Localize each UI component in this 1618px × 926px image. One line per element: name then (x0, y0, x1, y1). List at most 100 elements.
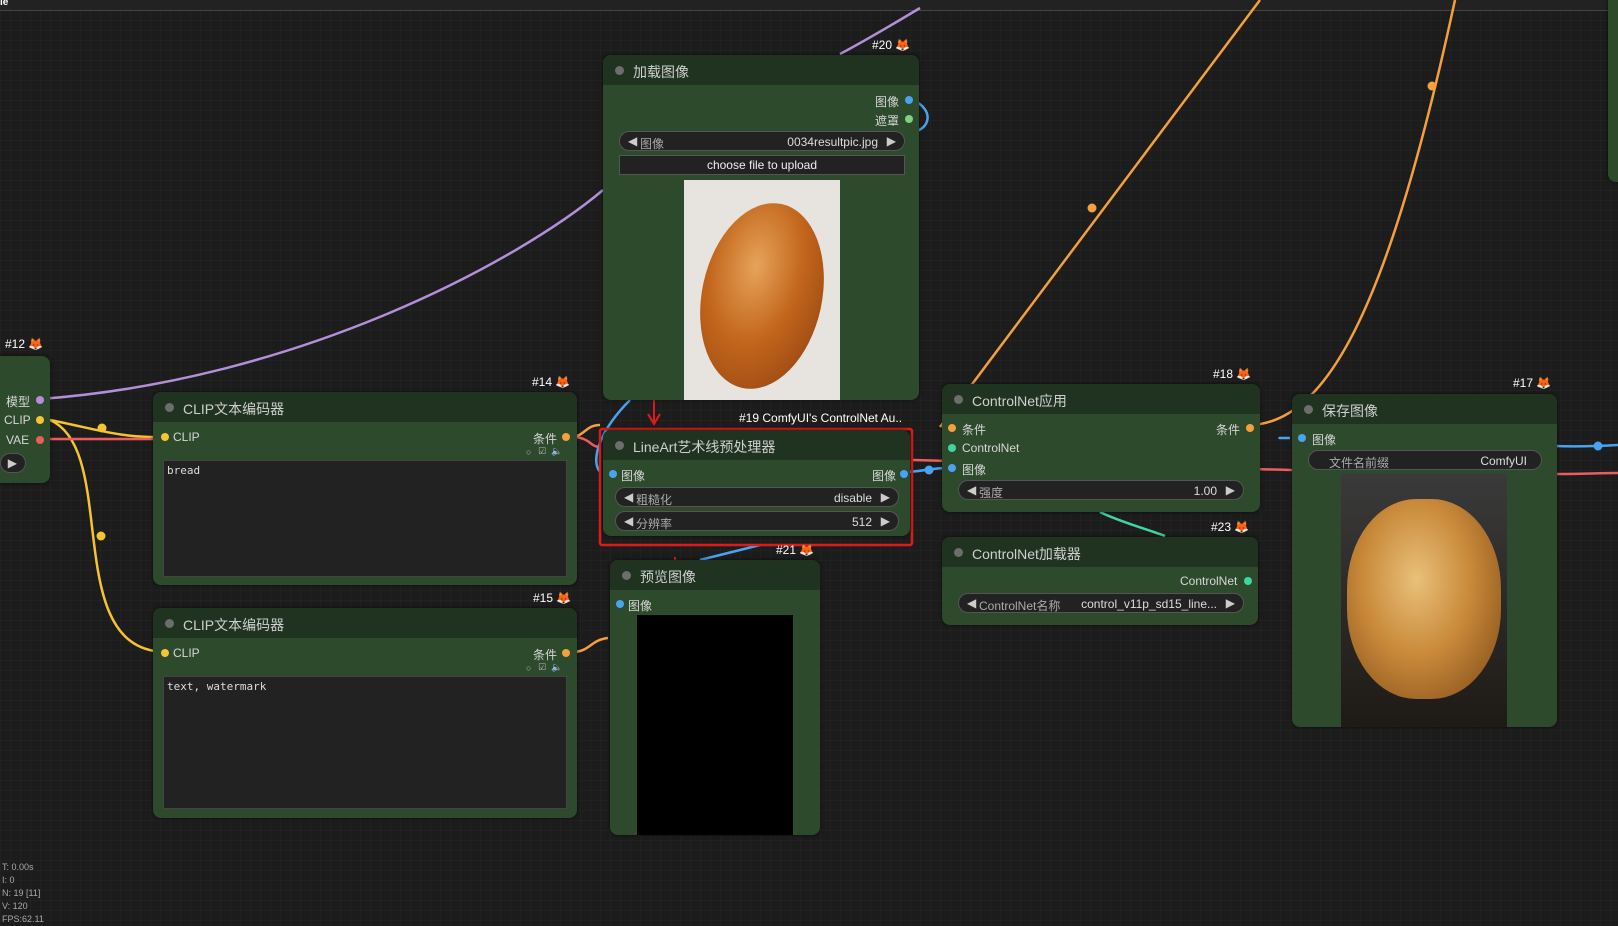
node-18-badge: #18 🦊 (1213, 367, 1251, 381)
node-15-badge: #15 🦊 (533, 591, 571, 605)
input-image-pin[interactable] (1298, 434, 1306, 442)
node-header[interactable]: CLIP文本编码器 (153, 392, 577, 422)
link-cond-15 (571, 636, 609, 654)
output-model-pin[interactable] (36, 396, 44, 404)
link-model (39, 189, 604, 401)
input-controlnet-label: ControlNet (962, 441, 1020, 455)
strength-widget[interactable]: ◀ 强度 1.00 ▶ (958, 480, 1244, 500)
arrow-right-icon: ▶ (880, 490, 890, 504)
image-select-widget[interactable]: ◀ 图像 0034resultpic.jpg ▶ (619, 131, 905, 151)
node-header[interactable]: LineArt艺术线预处理器 (603, 430, 910, 460)
input-controlnet-pin[interactable] (948, 444, 956, 452)
arrow-left-icon: ◀ (624, 514, 634, 528)
output-image-pin[interactable] (905, 96, 913, 104)
output-controlnet-pin[interactable] (1244, 577, 1252, 585)
output-clip-label: CLIP (4, 413, 31, 427)
input-clip-label: CLIP (173, 430, 200, 444)
collapse-dot[interactable] (615, 441, 624, 450)
node-checkpoint-loader[interactable]: 模型 CLIP VAE ▶ (0, 356, 50, 483)
node-header[interactable]: CLIP文本编码器 (153, 608, 577, 638)
node-title: CLIP文本编码器 (183, 617, 285, 633)
collapse-dot[interactable] (615, 66, 624, 75)
node-17-badge: #17 🦊 (1513, 376, 1551, 390)
filename-prefix-widget[interactable]: 文件名前缀 ComfyUI (1308, 450, 1542, 470)
output-model-label: 模型 (6, 395, 31, 409)
output-cond-pin[interactable] (1246, 424, 1254, 432)
link-image-19-21 (699, 543, 761, 562)
output-vae-pin[interactable] (36, 436, 44, 444)
link-cond-17 (1251, 0, 1457, 427)
speaker-icon[interactable]: 🔈 (551, 662, 562, 673)
node-header[interactable]: 加载图像 (603, 55, 919, 85)
output-cond-label: 条件 (533, 432, 558, 446)
fox-icon: 🦊 (1236, 367, 1251, 381)
controlnet-name-widget[interactable]: ◀ ControlNet名称 control_v11p_sd15_line... ▶ (958, 593, 1244, 613)
fox-icon: 🦊 (1234, 520, 1249, 534)
speaker-icon[interactable]: 🔈 (551, 446, 562, 457)
link-clip-15 (49, 418, 166, 654)
node-19-badge: #19 ComfyUI's ControlNet Au.. (739, 411, 903, 425)
arrow-right-icon: ▶ (1225, 596, 1235, 610)
link-controlnet (1099, 510, 1166, 538)
input-clip-label: CLIP (173, 646, 200, 660)
output-vae-label: VAE (6, 433, 30, 447)
node-title: ControlNet加载器 (972, 546, 1081, 562)
output-cond-pin[interactable] (562, 433, 570, 441)
node-23-badge: #23 🦊 (1211, 520, 1249, 534)
node-controlnet-apply[interactable]: ControlNet应用 条件 ControlNet 图像 条件 ◀ 强度 1.00… (942, 384, 1260, 512)
output-cond-label: 条件 (1216, 423, 1241, 437)
node-partial-right-edge (1608, 0, 1618, 182)
output-mask-label: 遮罩 (875, 114, 900, 128)
stat-v: V: 120 (2, 901, 28, 911)
output-mask-pin[interactable] (905, 115, 913, 123)
output-clip-pin[interactable] (36, 416, 44, 424)
upload-button[interactable]: choose file to upload (619, 155, 905, 175)
node-header[interactable]: 预览图像 (610, 560, 820, 590)
loaded-image-preview (683, 180, 841, 401)
circle-toggle-icon[interactable]: ○ (526, 663, 531, 673)
input-image-label: 图像 (628, 599, 653, 613)
input-image-pin[interactable] (948, 464, 956, 472)
node-clip-text-encode-negative[interactable]: CLIP文本编码器 CLIP 条件 ○ ☑ 🔈 text, watermark (153, 608, 577, 818)
collapse-dot[interactable] (165, 619, 174, 628)
ckpt-widget-partial[interactable]: ▶ (0, 453, 26, 473)
node-save-image[interactable]: 保存图像 图像 文件名前缀 ComfyUI (1292, 394, 1557, 727)
arrow-left-icon: ◀ (967, 596, 977, 610)
node-title: LineArt艺术线预处理器 (633, 439, 776, 455)
resolution-widget[interactable]: ◀ 分辨率 512 ▶ (615, 511, 899, 531)
output-cond-pin[interactable] (562, 649, 570, 657)
input-clip-pin[interactable] (161, 433, 169, 441)
node-controlnet-loader[interactable]: ControlNet加载器 ControlNet ◀ ControlNet名称 co… (942, 537, 1258, 625)
node-preview-image[interactable]: 预览图像 图像 (610, 560, 820, 835)
output-controlnet-label: ControlNet (1180, 574, 1238, 588)
node-load-image[interactable]: 加载图像 图像 遮罩 ◀ 图像 0034resultpic.jpg ▶ choose … (603, 55, 919, 401)
collapse-dot[interactable] (954, 395, 963, 404)
node-title: 预览图像 (640, 569, 696, 585)
node-14-badge: #14 🦊 (532, 375, 570, 389)
node-header[interactable]: ControlNet应用 (942, 384, 1260, 414)
input-image-pin[interactable] (609, 470, 617, 478)
node-header[interactable]: 保存图像 (1292, 394, 1557, 424)
collapse-dot[interactable] (622, 571, 631, 580)
checkbox-icon[interactable]: ☑ (538, 662, 546, 673)
coarse-widget[interactable]: ◀ 粗糙化 disable ▶ (615, 487, 899, 507)
link-image-right (1554, 443, 1618, 448)
input-clip-pin[interactable] (161, 649, 169, 657)
collapse-dot[interactable] (1304, 405, 1313, 414)
circle-toggle-icon[interactable]: ○ (526, 447, 531, 457)
input-cond-pin[interactable] (948, 424, 956, 432)
node-header[interactable]: ControlNet加载器 (942, 537, 1258, 567)
output-cond-label: 条件 (533, 648, 558, 662)
output-image-label: 图像 (875, 95, 900, 109)
prompt-textarea[interactable]: bread (163, 460, 567, 577)
prompt-textarea[interactable]: text, watermark (163, 676, 567, 809)
input-image-pin[interactable] (616, 600, 624, 608)
collapse-dot[interactable] (954, 548, 963, 557)
output-image-pin[interactable] (900, 470, 908, 478)
node-lineart-preprocessor[interactable]: LineArt艺术线预处理器 图像 图像 ◀ 粗糙化 disable ▶ ◀ 分辨率 51… (603, 430, 910, 536)
node-title: CLIP文本编码器 (183, 401, 285, 417)
node-clip-text-encode-positive[interactable]: CLIP文本编码器 CLIP 条件 ○ ☑ 🔈 bread (153, 392, 577, 585)
collapse-dot[interactable] (165, 403, 174, 412)
stat-nodes: N: 19 [11] (2, 888, 41, 898)
checkbox-icon[interactable]: ☑ (538, 446, 546, 457)
